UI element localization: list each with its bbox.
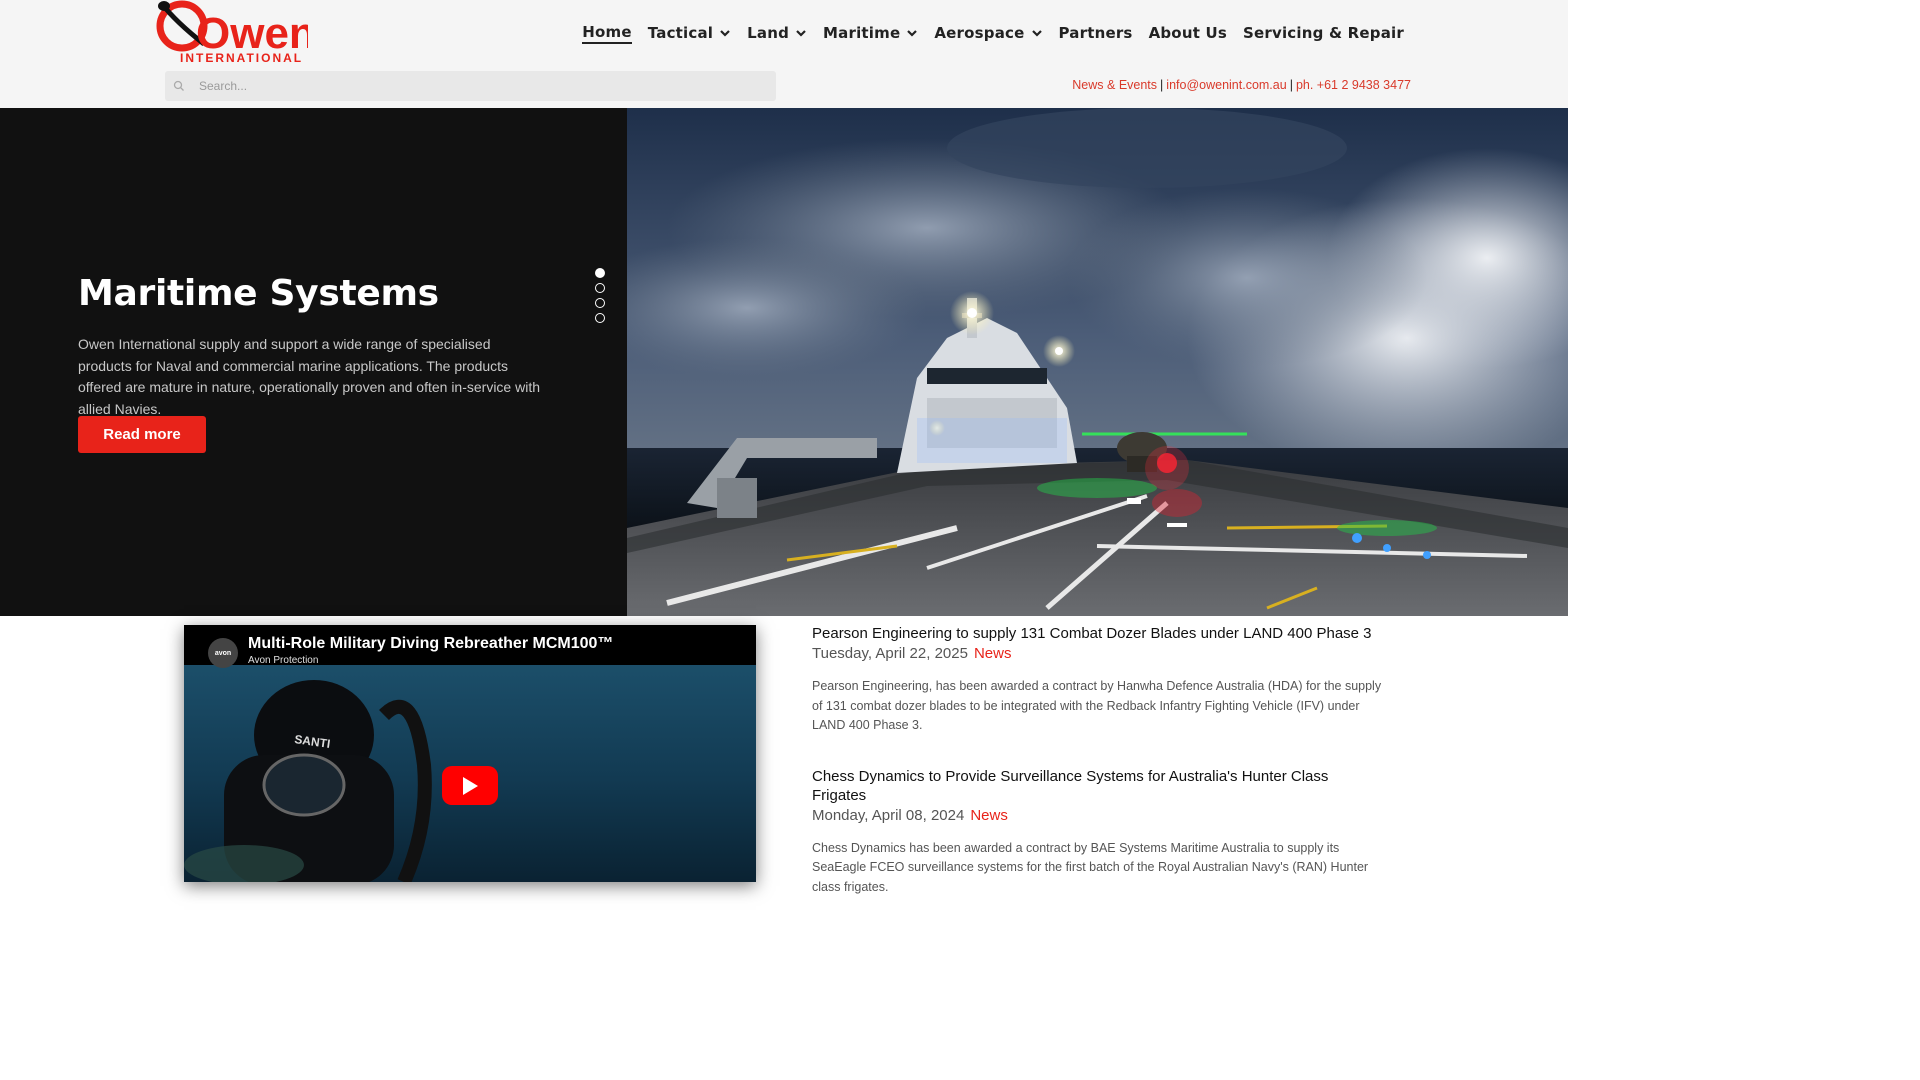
nav-item-tactical[interactable]: Tactical	[648, 22, 731, 44]
nav-label: Servicing & Repair	[1243, 24, 1404, 42]
news-summary: Chess Dynamics has been awarded a contra…	[812, 840, 1369, 894]
news-item: Chess Dynamics to Provide Surveillance S…	[812, 767, 1382, 898]
nav-label: Tactical	[647, 24, 714, 42]
news-title-link[interactable]: Pearson Engineering to supply 131 Combat…	[812, 624, 1382, 643]
nav-label: Partners	[1058, 24, 1133, 42]
nav-item-about-us[interactable]: About Us	[1149, 22, 1227, 44]
read-more-button[interactable]: Read more	[78, 416, 206, 453]
news-events-link[interactable]: News & Events	[1072, 78, 1157, 92]
hero-text-panel: Maritime Systems Owen International supp…	[0, 108, 627, 616]
chevron-down-icon	[1031, 30, 1042, 37]
chevron-down-icon	[720, 30, 730, 37]
slide-dot-3[interactable]	[595, 298, 605, 308]
news-meta: Tuesday, April 22, 2025 News	[812, 643, 1382, 665]
separator: |	[1289, 78, 1293, 92]
contact-bar: News & Events | info@owenint.com.au | ph. +6…	[1072, 78, 1411, 92]
slide-dot-1[interactable]	[595, 268, 605, 278]
nav-item-partners[interactable]: Partners	[1059, 22, 1133, 44]
search-icon[interactable]	[173, 80, 185, 92]
nav-label: About Us	[1148, 24, 1227, 42]
logo-subtext: INTERNATIONAL	[180, 51, 303, 65]
news-title-link[interactable]: Chess Dynamics to Provide Surveillance S…	[812, 767, 1382, 805]
hero-description: Owen International supply and support a …	[78, 336, 541, 417]
slide-dot-2[interactable]	[595, 283, 605, 293]
slider-dots	[595, 268, 605, 323]
search-bar	[165, 71, 776, 101]
nav-item-land[interactable]: Land	[747, 22, 807, 44]
play-icon	[463, 776, 478, 795]
hero-title: Maritime Systems	[78, 273, 439, 314]
owen-international-logo[interactable]: Owen INTERNATIONAL	[156, 0, 308, 66]
news-date: Monday, April 08, 2024	[812, 806, 965, 824]
site-header: Owen INTERNATIONAL Home Tactical Land Ma…	[0, 0, 1568, 108]
nav-label: Land	[747, 24, 790, 42]
video-channel[interactable]: Avon Protection	[248, 655, 318, 666]
chevron-down-icon	[796, 30, 806, 37]
nav-item-home[interactable]: Home	[582, 22, 632, 44]
hero-slider: Maritime Systems Owen International supp…	[0, 108, 1568, 616]
news-category-link[interactable]: News	[970, 807, 1008, 824]
news-date: Tuesday, April 22, 2025	[812, 645, 968, 662]
nav-label: Aerospace	[934, 24, 1025, 42]
nav-item-maritime[interactable]: Maritime	[823, 22, 918, 44]
nav-label: Maritime	[823, 24, 901, 42]
nav-item-servicing-repair[interactable]: Servicing & Repair	[1243, 22, 1404, 44]
play-button[interactable]	[442, 766, 498, 805]
nav-item-aerospace[interactable]: Aerospace	[934, 22, 1042, 44]
slide-dot-4[interactable]	[595, 313, 605, 323]
separator: |	[1160, 78, 1164, 92]
news-meta: Monday, April 08, 2024 News	[812, 805, 1382, 827]
video-player[interactable]: SANTI avon Multi-Role Military Diving Re…	[184, 625, 756, 882]
hero-image-ship-deck	[627, 108, 1568, 616]
chevron-down-icon	[907, 30, 918, 37]
video-title[interactable]: Multi-Role Military Diving Rebreather MC…	[248, 635, 613, 653]
search-input[interactable]	[199, 79, 739, 93]
main-nav: Home Tactical Land Maritime Aerospace Pa…	[582, 22, 1404, 44]
phone-link[interactable]: ph. +61 2 9438 3477	[1296, 78, 1411, 92]
channel-avatar[interactable]: avon	[208, 638, 238, 668]
news-category-link[interactable]: News	[974, 645, 1012, 662]
nav-label: Home	[582, 23, 632, 41]
news-list: Pearson Engineering to supply 131 Combat…	[812, 624, 1382, 897]
email-link[interactable]: info@owenint.com.au	[1166, 78, 1286, 92]
news-summary: Pearson Engineering, has been awarded a …	[812, 679, 1382, 732]
news-item: Pearson Engineering to supply 131 Combat…	[812, 624, 1382, 736]
